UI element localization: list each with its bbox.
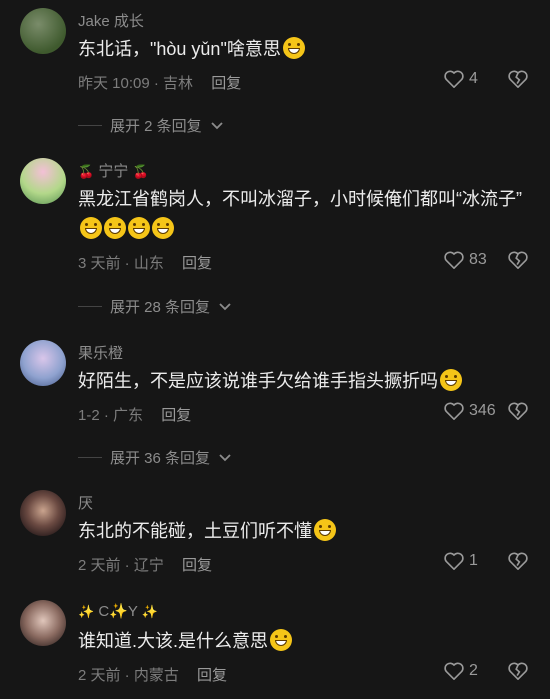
reply-button[interactable]: 回复 bbox=[182, 557, 212, 574]
pleading-emoji bbox=[440, 369, 462, 391]
like-button[interactable]: 1 bbox=[443, 551, 478, 571]
username[interactable]: 果乐橙 bbox=[78, 342, 123, 363]
cherry-icon: 🍒 bbox=[78, 164, 95, 179]
avatar[interactable] bbox=[20, 490, 66, 536]
comment-meta: 1-2 · 广东 回复 bbox=[78, 404, 191, 425]
broken-heart-icon bbox=[508, 402, 528, 420]
like-count: 346 bbox=[469, 402, 496, 419]
expand-replies-label: 展开 2 条回复 bbox=[110, 118, 202, 135]
divider bbox=[78, 457, 102, 458]
comment-time: 2 天前 · 内蒙古 bbox=[78, 667, 179, 684]
expand-replies-button[interactable]: 展开 36 条回复 bbox=[78, 447, 232, 468]
broken-heart-icon bbox=[508, 662, 528, 680]
comment-meta: 2 天前 · 辽宁 回复 bbox=[78, 554, 212, 575]
comment-text: 黑龙江省鹤岗人，不叫冰溜子，小时候俺们都叫“冰流子” bbox=[78, 184, 528, 244]
comment-item: 厌 东北的不能碰，土豆们听不懂 2 天前 · 辽宁 回复 1 bbox=[0, 482, 550, 582]
chevron-down-icon bbox=[219, 453, 231, 461]
dislike-button[interactable] bbox=[507, 69, 529, 94]
comment-time: 3 天前 · 山东 bbox=[78, 255, 164, 272]
divider bbox=[78, 306, 102, 307]
heart-outline-icon bbox=[444, 251, 464, 269]
like-button[interactable]: 83 bbox=[443, 250, 487, 270]
username[interactable]: ✨ C✨Y ✨ bbox=[78, 602, 158, 620]
like-count: 83 bbox=[469, 251, 487, 268]
laughing-emoji bbox=[314, 519, 336, 541]
username[interactable]: Jake 成长 bbox=[78, 10, 144, 31]
heart-outline-icon bbox=[444, 552, 464, 570]
comment-meta: 昨天 10:09 · 吉林 回复 bbox=[78, 72, 241, 93]
grin-emoji bbox=[282, 37, 305, 59]
comment-text: 好陌生，不是应该说谁手欠给谁手指头撅折吗 bbox=[78, 366, 528, 396]
grin-emoji bbox=[128, 217, 150, 239]
heart-outline-icon bbox=[444, 402, 464, 420]
broken-heart-icon bbox=[508, 70, 528, 88]
username[interactable]: 🍒 宁宁 🍒 bbox=[78, 160, 149, 181]
avatar[interactable] bbox=[20, 340, 66, 386]
comment-text: 东北话，"hòu yǔn"啥意思 bbox=[78, 34, 528, 64]
grin-emoji bbox=[104, 217, 126, 239]
comment-item: Jake 成长 东北话，"hòu yǔn"啥意思 昨天 10:09 · 吉林 回… bbox=[0, 0, 550, 140]
expand-replies-button[interactable]: 展开 28 条回复 bbox=[78, 296, 232, 317]
like-count: 2 bbox=[469, 662, 478, 679]
dislike-button[interactable] bbox=[507, 250, 529, 275]
like-count: 1 bbox=[469, 552, 478, 569]
like-button[interactable]: 346 bbox=[443, 401, 496, 421]
sparkle-icon: ✨ bbox=[141, 604, 158, 619]
chevron-down-icon bbox=[211, 121, 223, 129]
dislike-button[interactable] bbox=[507, 551, 529, 576]
like-button[interactable]: 4 bbox=[443, 69, 478, 89]
sparkle-icon: ✨ bbox=[78, 604, 95, 619]
cherry-icon: 🍒 bbox=[132, 164, 149, 179]
heart-outline-icon bbox=[444, 70, 464, 88]
grin-emoji bbox=[152, 217, 174, 239]
like-count: 4 bbox=[469, 70, 478, 87]
divider bbox=[78, 125, 102, 126]
grin-emoji bbox=[80, 217, 102, 239]
comment-meta: 3 天前 · 山东 回复 bbox=[78, 252, 212, 273]
expand-replies-label: 展开 36 条回复 bbox=[110, 450, 211, 467]
comment-item: 果乐橙 好陌生，不是应该说谁手欠给谁手指头撅折吗 1-2 · 广东 回复 346… bbox=[0, 332, 550, 472]
dislike-button[interactable] bbox=[507, 661, 529, 686]
comment-list: Jake 成长 东北话，"hòu yǔn"啥意思 昨天 10:09 · 吉林 回… bbox=[0, 0, 550, 699]
comment-time: 2 天前 · 辽宁 bbox=[78, 557, 164, 574]
comment-time: 1-2 · 广东 bbox=[78, 407, 144, 424]
reply-button[interactable]: 回复 bbox=[182, 255, 212, 272]
like-button[interactable]: 2 bbox=[443, 661, 478, 681]
expand-replies-button[interactable]: 展开 2 条回复 bbox=[78, 115, 224, 136]
avatar[interactable] bbox=[20, 158, 66, 204]
reply-button[interactable]: 回复 bbox=[211, 75, 241, 92]
reply-button[interactable]: 回复 bbox=[197, 667, 227, 684]
comment-item: ✨ C✨Y ✨ 谁知道.大该.是什么意思 2 天前 · 内蒙古 回复 2 bbox=[0, 592, 550, 699]
broken-heart-icon bbox=[508, 251, 528, 269]
username[interactable]: 厌 bbox=[78, 492, 93, 513]
comment-text: 谁知道.大该.是什么意思 bbox=[78, 626, 528, 656]
broken-heart-icon bbox=[508, 552, 528, 570]
avatar[interactable] bbox=[20, 600, 66, 646]
heart-outline-icon bbox=[444, 662, 464, 680]
comment-item: 🍒 宁宁 🍒 黑龙江省鹤岗人，不叫冰溜子，小时候俺们都叫“冰流子” 3 天前 ·… bbox=[0, 150, 550, 320]
reply-button[interactable]: 回复 bbox=[161, 407, 191, 424]
dislike-button[interactable] bbox=[507, 401, 529, 426]
expand-replies-label: 展开 28 条回复 bbox=[110, 299, 211, 316]
chevron-down-icon bbox=[219, 302, 231, 310]
comment-text: 东北的不能碰，土豆们听不懂 bbox=[78, 516, 528, 546]
comment-time: 昨天 10:09 · 吉林 bbox=[78, 75, 194, 92]
comment-meta: 2 天前 · 内蒙古 回复 bbox=[78, 664, 227, 685]
grin-emoji bbox=[270, 629, 293, 651]
avatar[interactable] bbox=[20, 8, 66, 54]
